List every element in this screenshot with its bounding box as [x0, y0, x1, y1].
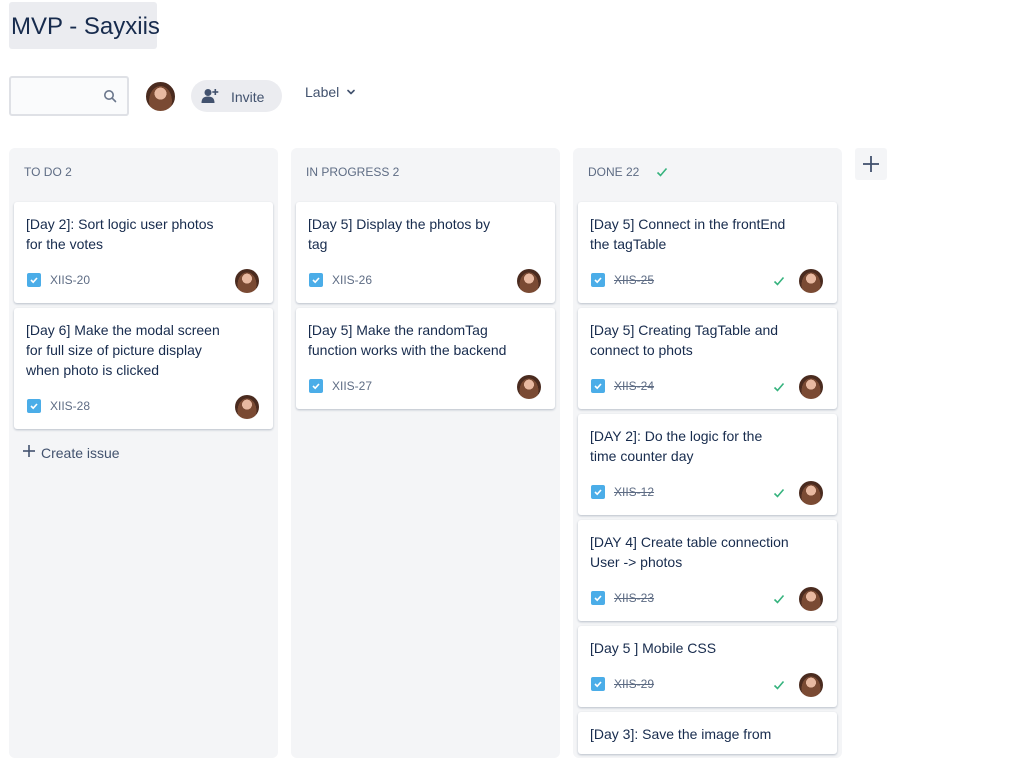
column-header: DONE 22 — [588, 165, 640, 179]
issue-card[interactable]: [Day 5] Display the photos by tag XIIS-2… — [296, 202, 555, 303]
assignee-avatar[interactable] — [799, 481, 823, 505]
issue-key[interactable]: XIIS-12 — [614, 485, 654, 499]
story-checkbox-icon — [591, 273, 605, 287]
story-checkbox-icon — [591, 379, 605, 393]
issue-title: [Day 5] Connect in the frontEnd the tagT… — [590, 216, 786, 252]
done-check-icon — [773, 488, 785, 498]
story-checkbox-icon — [309, 273, 323, 287]
column-header: TO DO 2 — [24, 165, 72, 179]
add-person-icon — [201, 89, 219, 103]
label-filter-text: Label — [305, 84, 340, 100]
issue-title: [Day 6] Make the modal screen for full s… — [26, 322, 220, 378]
issue-title: [DAY 4] Create table connection User -> … — [590, 534, 789, 570]
assignee-avatar[interactable] — [517, 269, 541, 293]
story-checkbox-icon — [591, 677, 605, 691]
done-check-icon — [773, 594, 785, 604]
add-column-button[interactable] — [855, 148, 887, 180]
issue-key[interactable]: XIIS-25 — [614, 273, 654, 287]
create-issue-label: Create issue — [41, 445, 120, 461]
issue-card[interactable]: [Day 5] Make the randomTag function work… — [296, 308, 555, 409]
issue-card[interactable]: [Day 2]: Sort logic user photos for the … — [14, 202, 273, 303]
plus-icon — [863, 156, 879, 172]
issue-title: [DAY 2]: Do the logic for the time count… — [590, 428, 763, 464]
column-header: IN PROGRESS 2 — [306, 165, 400, 179]
search-icon — [104, 90, 117, 103]
issue-title: [Day 5] Make the randomTag function work… — [308, 322, 507, 358]
issue-card[interactable]: [DAY 2]: Do the logic for the time count… — [578, 414, 837, 515]
issue-title: [Day 3]: Save the image from — [590, 726, 772, 742]
issue-title: [Day 5] Display the photos by tag — [308, 216, 491, 252]
issue-card[interactable]: [Day 6] Make the modal screen for full s… — [14, 308, 273, 429]
story-checkbox-icon — [591, 591, 605, 605]
invite-button[interactable]: Invite — [191, 80, 282, 112]
chevron-down-icon — [347, 89, 355, 95]
done-check-icon — [773, 276, 785, 286]
label-filter-dropdown[interactable]: Label — [305, 84, 355, 108]
issue-title: [Day 2]: Sort logic user photos for the … — [26, 216, 214, 252]
check-icon — [656, 167, 668, 177]
plus-icon — [23, 445, 35, 457]
issue-key[interactable]: XIIS-29 — [614, 677, 654, 691]
assignee-avatar[interactable] — [517, 375, 541, 399]
story-checkbox-icon — [309, 379, 323, 393]
issue-card[interactable]: [Day 5] Connect in the frontEnd the tagT… — [578, 202, 837, 303]
column-in-progress: IN PROGRESS 2 [Day 5] Display the photos… — [291, 148, 560, 758]
issue-card[interactable]: [Day 5 ] Mobile CSS XIIS-29 — [578, 626, 837, 707]
assignee-avatar[interactable] — [799, 673, 823, 697]
user-avatar-filter[interactable] — [144, 80, 177, 113]
assignee-avatar[interactable] — [799, 587, 823, 611]
issue-title: [Day 5 ] Mobile CSS — [590, 640, 717, 656]
assignee-avatar[interactable] — [799, 269, 823, 293]
assignee-avatar[interactable] — [235, 395, 259, 419]
issue-card[interactable]: [Day 3]: Save the image from — [578, 712, 837, 754]
story-checkbox-icon — [27, 273, 41, 287]
issue-key[interactable]: XIIS-24 — [614, 379, 654, 393]
search-input[interactable] — [9, 76, 129, 116]
invite-label: Invite — [231, 89, 265, 105]
column-to-do: TO DO 2 [Day 2]: Sort logic user photos … — [9, 148, 278, 758]
story-checkbox-icon — [27, 399, 41, 413]
issue-card[interactable]: [DAY 4] Create table connection User -> … — [578, 520, 837, 621]
issue-key[interactable]: XIIS-20 — [50, 273, 90, 287]
column-done: DONE 22 [Day 5] Connect in the frontEnd … — [573, 148, 842, 758]
issue-title: [Day 5] Creating TagTable and connect to… — [590, 322, 779, 358]
card-list: [Day 5] Connect in the frontEnd the tagT… — [578, 202, 837, 759]
issue-card[interactable]: [Day 5] Creating TagTable and connect to… — [578, 308, 837, 409]
board-title[interactable]: MVP - Sayxiis — [9, 2, 160, 49]
board-toolbar: Invite Label — [9, 76, 609, 116]
issue-key[interactable]: XIIS-23 — [614, 591, 654, 605]
done-check-icon — [773, 680, 785, 690]
card-list: [Day 2]: Sort logic user photos for the … — [14, 202, 273, 469]
issue-key[interactable]: XIIS-27 — [332, 379, 372, 393]
story-checkbox-icon — [591, 485, 605, 499]
create-issue-button[interactable]: Create issue — [14, 437, 273, 469]
card-list: [Day 5] Display the photos by tag XIIS-2… — [296, 202, 555, 414]
issue-key[interactable]: XIIS-28 — [50, 399, 90, 413]
assignee-avatar[interactable] — [799, 375, 823, 399]
assignee-avatar[interactable] — [235, 269, 259, 293]
done-check-icon — [773, 382, 785, 392]
issue-key[interactable]: XIIS-26 — [332, 273, 372, 287]
